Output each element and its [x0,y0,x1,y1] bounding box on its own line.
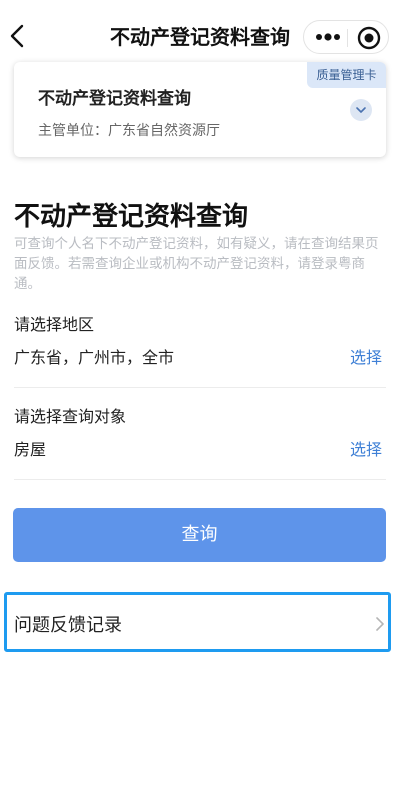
target-label: 请选择查询对象 [14,407,127,426]
mini-program-capsule [303,20,389,54]
expand-button[interactable] [350,99,372,121]
description-text: 可查询个人名下不动产登记资料，如有疑义，请在查询结果页面反馈。若需查询企业或机构… [14,236,379,292]
divider [14,387,386,388]
card-title: 不动产登记资料查询 [38,89,191,109]
quality-badge[interactable]: 质量管理卡 [307,62,386,88]
chevron-down-icon [356,107,366,113]
capsule-divider [347,29,348,47]
page-title: 不动产登记资料查询 [110,25,290,49]
divider [14,479,386,480]
target-value: 房屋 [14,440,47,459]
region-select-link[interactable]: 选择 [350,344,382,368]
more-dots-icon[interactable] [314,27,342,47]
feedback-label: 问题反馈记录 [14,615,122,636]
chevron-left-icon[interactable] [6,22,30,50]
query-button[interactable]: 查询 [13,508,386,562]
card-subtitle: 主管单位：广东省自然资源厅 [38,123,220,139]
section-title: 不动产登记资料查询 [14,202,249,232]
region-value: 广东省，广州市，全市 [14,348,175,367]
chevron-right-icon [376,617,384,631]
region-label: 请选择地区 [14,315,95,334]
target-select-link[interactable]: 选择 [350,436,382,460]
target-circle-icon[interactable] [356,25,382,51]
service-info-card: 不动产登记资料查询 主管单位：广东省自然资源厅 质量管理卡 [14,62,386,157]
feedback-record-row[interactable]: 问题反馈记录 [4,592,391,652]
